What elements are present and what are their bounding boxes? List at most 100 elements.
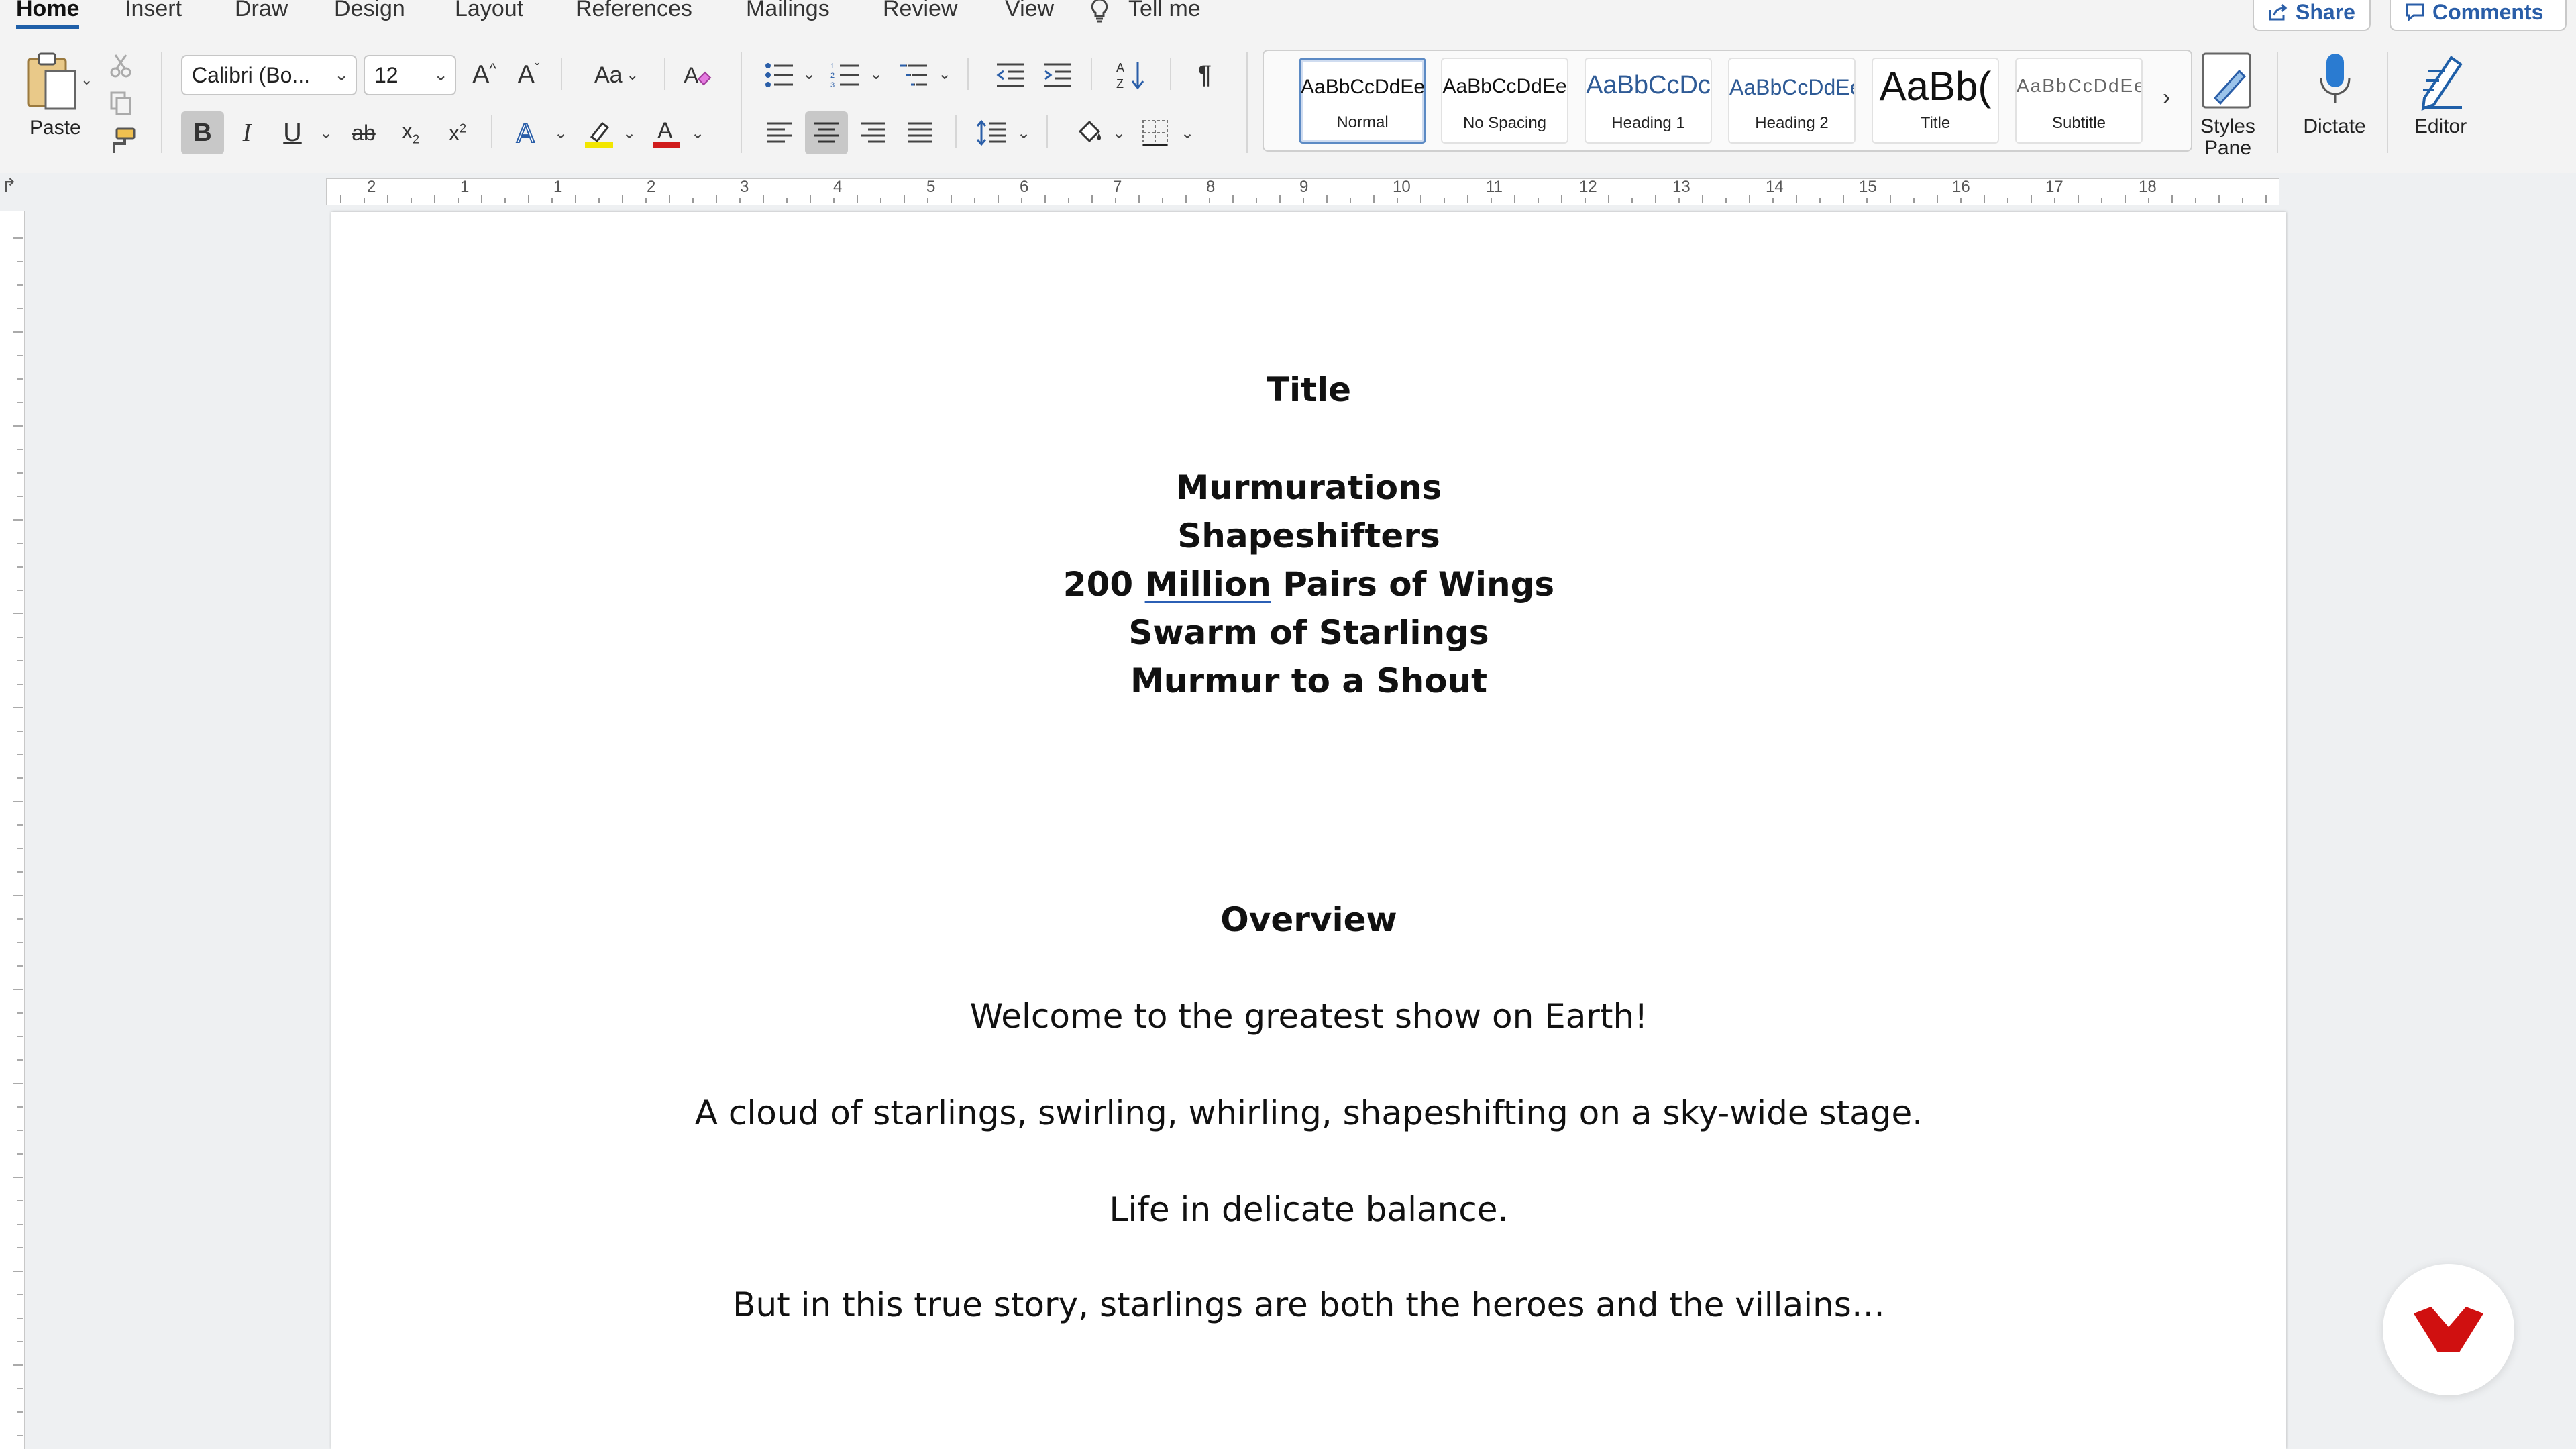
tab-home[interactable]: Home	[16, 0, 80, 29]
increase-indent-button[interactable]	[1036, 54, 1079, 97]
bold-button[interactable]: B	[181, 111, 224, 154]
shading-chevron-icon[interactable]: ⌄	[1112, 123, 1126, 143]
justify-button[interactable]	[899, 111, 942, 154]
floating-logo-badge[interactable]	[2383, 1264, 2514, 1395]
tab-layout[interactable]: Layout	[455, 0, 523, 22]
ruler-tick	[17, 1318, 23, 1319]
change-case-label: Aa	[594, 62, 623, 88]
align-left-button[interactable]	[758, 111, 801, 154]
comments-button[interactable]: Comments	[2390, 0, 2567, 31]
italic-button[interactable]: I	[225, 111, 268, 154]
change-case-button[interactable]: Aa ⌄	[580, 54, 653, 97]
highlight-button[interactable]	[578, 111, 621, 154]
style-subtitle[interactable]: AaBbCcDdEe Subtitle	[2015, 58, 2143, 144]
font-name-select[interactable]: Calibri (Bo... ⌄	[181, 55, 357, 95]
text-effects-button[interactable]: A	[507, 111, 550, 154]
numbering-chevron-icon[interactable]: ⌄	[869, 64, 883, 84]
superscript-icon: x2	[448, 120, 466, 145]
tab-mailings[interactable]: Mailings	[746, 0, 830, 22]
ruler-tick	[387, 195, 388, 203]
font-color-chevron-icon[interactable]: ⌄	[691, 123, 704, 143]
decrease-indent-button[interactable]	[989, 54, 1032, 97]
ruler-tick	[575, 195, 576, 203]
multilevel-chevron-icon[interactable]: ⌄	[938, 64, 951, 84]
numbering-button[interactable]: 1 23	[824, 54, 867, 97]
style-no-spacing[interactable]: AaBbCcDdEe No Spacing	[1441, 58, 1568, 144]
cut-icon[interactable]	[107, 52, 134, 79]
paste-chevron-icon[interactable]: ⌄	[80, 71, 93, 89]
ruler-tick	[1397, 198, 1398, 203]
shading-button[interactable]	[1068, 111, 1111, 154]
font-color-button[interactable]: A	[645, 111, 688, 154]
divider	[664, 58, 665, 90]
line-spacing-chevron-icon[interactable]: ⌄	[1017, 123, 1030, 143]
vertical-ruler[interactable]	[0, 211, 25, 1449]
bullets-chevron-icon[interactable]: ⌄	[802, 64, 816, 84]
tell-me-search[interactable]: Tell me	[1128, 0, 1201, 22]
share-button[interactable]: Share	[2253, 0, 2371, 31]
ruler-tick	[1303, 198, 1304, 203]
highlight-chevron-icon[interactable]: ⌄	[623, 123, 636, 143]
styles-pane-button[interactable]: Styles Pane	[2188, 51, 2266, 165]
shrink-font-button[interactable]: Aˇ	[507, 54, 550, 97]
style-heading-1[interactable]: AaBbCcDc Heading 1	[1585, 58, 1712, 144]
document-page[interactable]: Title Murmurations Shapeshifters 200 Mil…	[331, 212, 2286, 1449]
ruler-tick	[1021, 198, 1022, 203]
align-right-button[interactable]	[852, 111, 895, 154]
svg-text:Z: Z	[1116, 77, 1124, 91]
superscript-button[interactable]: x2	[436, 111, 479, 154]
style-title[interactable]: AaBb( Title	[1872, 58, 1999, 144]
font-size-select[interactable]: 12 ⌄	[364, 55, 456, 95]
text-effects-chevron-icon[interactable]: ⌄	[554, 123, 568, 143]
tab-review[interactable]: Review	[883, 0, 957, 22]
tab-selector-icon[interactable]: ↱	[1, 174, 17, 197]
tab-view[interactable]: View	[1005, 0, 1054, 22]
ruler-tick	[17, 590, 23, 591]
tab-references[interactable]: References	[576, 0, 692, 22]
multilevel-list-button[interactable]	[892, 54, 935, 97]
style-heading-2[interactable]: AaBbCcDdEe Heading 2	[1728, 58, 1856, 144]
ruler-tick	[13, 425, 23, 427]
spelling-flagged-word[interactable]: Million	[1145, 565, 1271, 604]
bullet-list-icon	[765, 62, 794, 89]
copy-icon[interactable]	[107, 90, 134, 117]
borders-button[interactable]	[1134, 111, 1177, 154]
grow-font-button[interactable]: A^	[463, 54, 506, 97]
ruler-tick	[17, 496, 23, 497]
subscript-button[interactable]: x2	[389, 111, 432, 154]
line-spacing-button[interactable]	[970, 111, 1013, 154]
ruler-tick	[716, 195, 717, 203]
tab-design[interactable]: Design	[334, 0, 405, 22]
ruler-tick	[974, 198, 975, 203]
show-formatting-marks-button[interactable]: ¶	[1183, 54, 1226, 97]
share-label: Share	[2296, 0, 2355, 24]
format-painter-icon[interactable]	[107, 127, 137, 154]
ruler-tick	[13, 331, 23, 333]
clear-formatting-button[interactable]: A	[676, 54, 719, 97]
ruler-strip[interactable]: 2 1 1 2 3 4 5 6 7 8 9 10 11 12 13 14 15 16 17 18	[326, 178, 2279, 205]
subscript-icon: x2	[401, 119, 419, 146]
style-normal[interactable]: AaBbCcDdEe Normal	[1299, 58, 1426, 144]
ruler-tick	[880, 198, 881, 203]
underline-button[interactable]: U	[271, 111, 314, 154]
paste-button[interactable]: ⌄ Paste	[20, 51, 94, 152]
bullets-button[interactable]	[758, 54, 801, 97]
ruler-tick	[17, 566, 23, 568]
editor-button[interactable]: Editor	[2398, 51, 2485, 152]
sort-button[interactable]: AZ	[1110, 54, 1152, 97]
align-center-button[interactable]	[805, 111, 848, 154]
shrink-font-icon: Aˇ	[517, 60, 540, 89]
ruler-tick	[739, 198, 741, 203]
underline-chevron-icon[interactable]: ⌄	[319, 123, 333, 143]
ruler-tick	[2218, 195, 2220, 203]
gallery-more-chevron-icon[interactable]: ›	[2163, 85, 2170, 111]
dictate-button[interactable]: Dictate	[2290, 51, 2377, 152]
tab-insert[interactable]: Insert	[125, 0, 182, 22]
borders-chevron-icon[interactable]: ⌄	[1181, 123, 1194, 143]
tab-draw[interactable]: Draw	[235, 0, 288, 22]
ruler-tick	[13, 519, 23, 521]
sort-az-icon: AZ	[1116, 60, 1146, 91]
title-option-2: Shapeshifters	[1177, 517, 1440, 555]
svg-text:2: 2	[830, 72, 835, 80]
strikethrough-button[interactable]: ab	[342, 111, 385, 154]
